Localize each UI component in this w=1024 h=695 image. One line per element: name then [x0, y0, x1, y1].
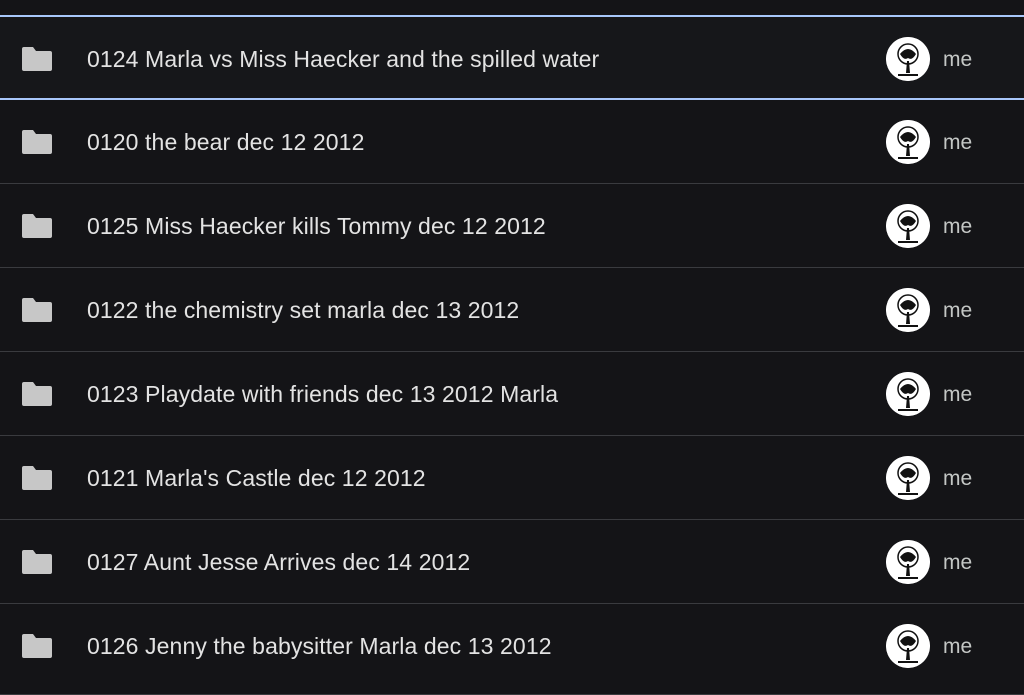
folder-icon	[20, 296, 54, 324]
file-row[interactable]: 0127 Aunt Jesse Arrives dec 14 2012 me	[0, 520, 1024, 604]
file-row[interactable]: 0125 Miss Haecker kills Tommy dec 12 201…	[0, 184, 1024, 268]
owner-name: me	[943, 635, 973, 658]
owner-name: me	[943, 215, 973, 238]
file-name[interactable]: 0126 Jenny the babysitter Marla dec 13 2…	[87, 633, 552, 660]
owner-avatar	[886, 624, 930, 668]
owner-avatar	[886, 540, 930, 584]
folder-icon	[20, 380, 54, 408]
file-name[interactable]: 0127 Aunt Jesse Arrives dec 14 2012	[87, 549, 470, 576]
folder-icon	[20, 45, 54, 73]
file-name[interactable]: 0122 the chemistry set marla dec 13 2012	[87, 297, 519, 324]
folder-icon	[20, 128, 54, 156]
folder-icon	[20, 548, 54, 576]
owner-avatar	[886, 288, 930, 332]
owner-avatar	[886, 372, 930, 416]
file-name[interactable]: 0125 Miss Haecker kills Tommy dec 12 201…	[87, 213, 546, 240]
list-top-strip	[0, 0, 1024, 15]
file-list: 0124 Marla vs Miss Haecker and the spill…	[0, 0, 1024, 695]
folder-icon	[20, 212, 54, 240]
owner-name: me	[943, 299, 973, 322]
file-name[interactable]: 0124 Marla vs Miss Haecker and the spill…	[87, 46, 599, 73]
file-row[interactable]: 0126 Jenny the babysitter Marla dec 13 2…	[0, 604, 1024, 695]
file-name[interactable]: 0120 the bear dec 12 2012	[87, 129, 364, 156]
owner-name: me	[943, 551, 973, 574]
folder-icon	[20, 632, 54, 660]
file-name[interactable]: 0121 Marla's Castle dec 12 2012	[87, 465, 426, 492]
folder-icon	[20, 464, 54, 492]
file-row[interactable]: 0123 Playdate with friends dec 13 2012 M…	[0, 352, 1024, 436]
file-row[interactable]: 0122 the chemistry set marla dec 13 2012…	[0, 268, 1024, 352]
file-row[interactable]: 0121 Marla's Castle dec 12 2012 me	[0, 436, 1024, 520]
owner-name: me	[943, 131, 973, 154]
owner-avatar	[886, 120, 930, 164]
owner-name: me	[943, 467, 973, 490]
owner-avatar	[886, 37, 930, 81]
owner-name: me	[943, 48, 973, 71]
file-name[interactable]: 0123 Playdate with friends dec 13 2012 M…	[87, 381, 558, 408]
owner-avatar	[886, 204, 930, 248]
file-row[interactable]: 0120 the bear dec 12 2012 me	[0, 100, 1024, 184]
file-row[interactable]: 0124 Marla vs Miss Haecker and the spill…	[0, 15, 1024, 100]
owner-avatar	[886, 456, 930, 500]
owner-name: me	[943, 383, 973, 406]
